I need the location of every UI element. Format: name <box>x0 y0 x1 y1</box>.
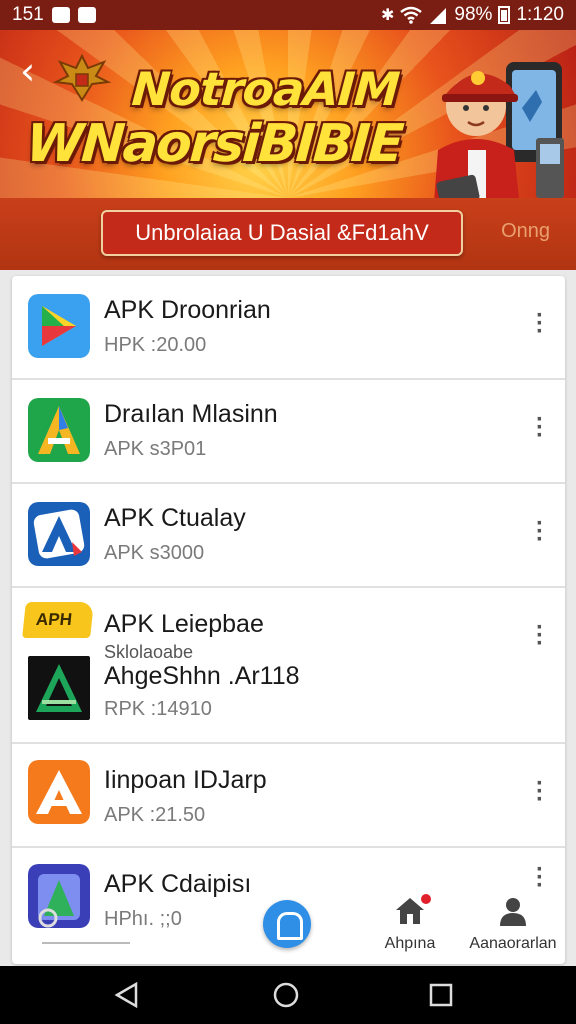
battery-percent: 98% <box>454 4 493 25</box>
list-item[interactable]: Iinpoan IDJarp APK :21.50 · · · <box>12 744 565 848</box>
app-tag: Sklolaoabe <box>104 642 194 662</box>
app-version: APK s3P01 <box>104 438 207 460</box>
apk-badge-label: APH <box>35 610 73 629</box>
app-title: Iinpoan IDJarp <box>104 766 267 794</box>
system-navigation-bar <box>0 966 576 1024</box>
signal-icon <box>430 8 447 24</box>
bluetooth-icon: ✱ <box>381 7 395 24</box>
battery-icon <box>498 6 511 24</box>
app-title: APK Droonrian <box>104 296 271 324</box>
app-version: APK s3000 <box>104 542 205 564</box>
home-badge <box>419 892 433 906</box>
list-item[interactable]: APH APK Leiepbae Sklolaoabe AhgeShhn .Ar… <box>12 588 565 744</box>
more-options-icon[interactable]: · · · <box>535 512 545 552</box>
banner-title: NotroaAIM WNaorsiBIBIE <box>24 62 421 174</box>
status-clock: 1:120 <box>516 4 564 25</box>
list-item[interactable]: APK Droonrian HPK :20.00 · · · <box>12 276 565 380</box>
list-item[interactable]: Draılan Mlasinn APK s3P01 · · · <box>12 380 565 484</box>
wifi-icon <box>400 6 423 24</box>
bottom-navigation: Ahpına Aanaorarlan <box>12 886 565 964</box>
app-title-secondary: AhgeShhn .Ar118 <box>104 662 300 690</box>
list-item[interactable]: APK Ctualay APK s3000 · · · <box>12 484 565 588</box>
banner-pill-label[interactable]: Unbrolaiaa U Dasial &Fd1ahV <box>101 210 463 256</box>
status-bar: 151 ✱ 98% 1:120 <box>0 0 576 30</box>
nav-profile[interactable]: Aanaorarlan <box>468 896 558 953</box>
more-options-icon[interactable]: · · · <box>535 304 545 344</box>
more-options-icon[interactable]: · · · <box>535 772 545 812</box>
dark-a-app-icon <box>28 656 90 720</box>
blue-a-app-icon <box>28 502 90 566</box>
camera-notification-icon <box>77 7 96 23</box>
letter-a-app-icon <box>28 398 90 462</box>
home-circle-icon[interactable] <box>273 982 299 1008</box>
app-title: APK Ctualay <box>104 504 246 532</box>
nav-home[interactable]: Ahpına <box>370 892 450 953</box>
orange-a-app-icon <box>28 760 90 824</box>
apk-badge: APH <box>22 602 94 638</box>
status-time-left: 151 <box>12 4 44 25</box>
app-title: Draılan Mlasinn <box>104 400 278 428</box>
play-store-app-icon <box>28 294 90 358</box>
banner-title-line1: NotroaAIM <box>130 62 401 116</box>
promo-banner: ‹ NotroaAIM WNaorsiBIBIE Unbrolaiaa U Da… <box>0 30 576 270</box>
more-options-icon[interactable]: · · · <box>535 616 545 656</box>
profile-icon <box>500 898 526 926</box>
app-version: APK :21.50 <box>104 804 206 826</box>
notification-bell-button[interactable] <box>263 900 311 948</box>
nav-profile-label: Aanaorarlan <box>469 935 557 952</box>
more-options-icon[interactable]: · · · <box>535 408 545 448</box>
banner-side-label: Onng <box>501 220 550 242</box>
nav-home-label: Ahpına <box>384 935 436 952</box>
app-list: APK Droonrian HPK :20.00 · · · Draılan Mla… <box>12 276 565 964</box>
app-version: HPK :20.00 <box>104 334 207 356</box>
app-version: RPK :14910 <box>104 698 212 720</box>
back-triangle-icon[interactable] <box>114 982 140 1008</box>
home-icon <box>395 892 433 926</box>
recents-square-icon[interactable] <box>428 982 454 1008</box>
nav-divider <box>42 942 130 944</box>
notification-icon <box>51 7 70 23</box>
banner-title-line2: WNaorsiBIBIE <box>24 114 404 174</box>
app-title: APK Leiepbae <box>104 610 264 638</box>
